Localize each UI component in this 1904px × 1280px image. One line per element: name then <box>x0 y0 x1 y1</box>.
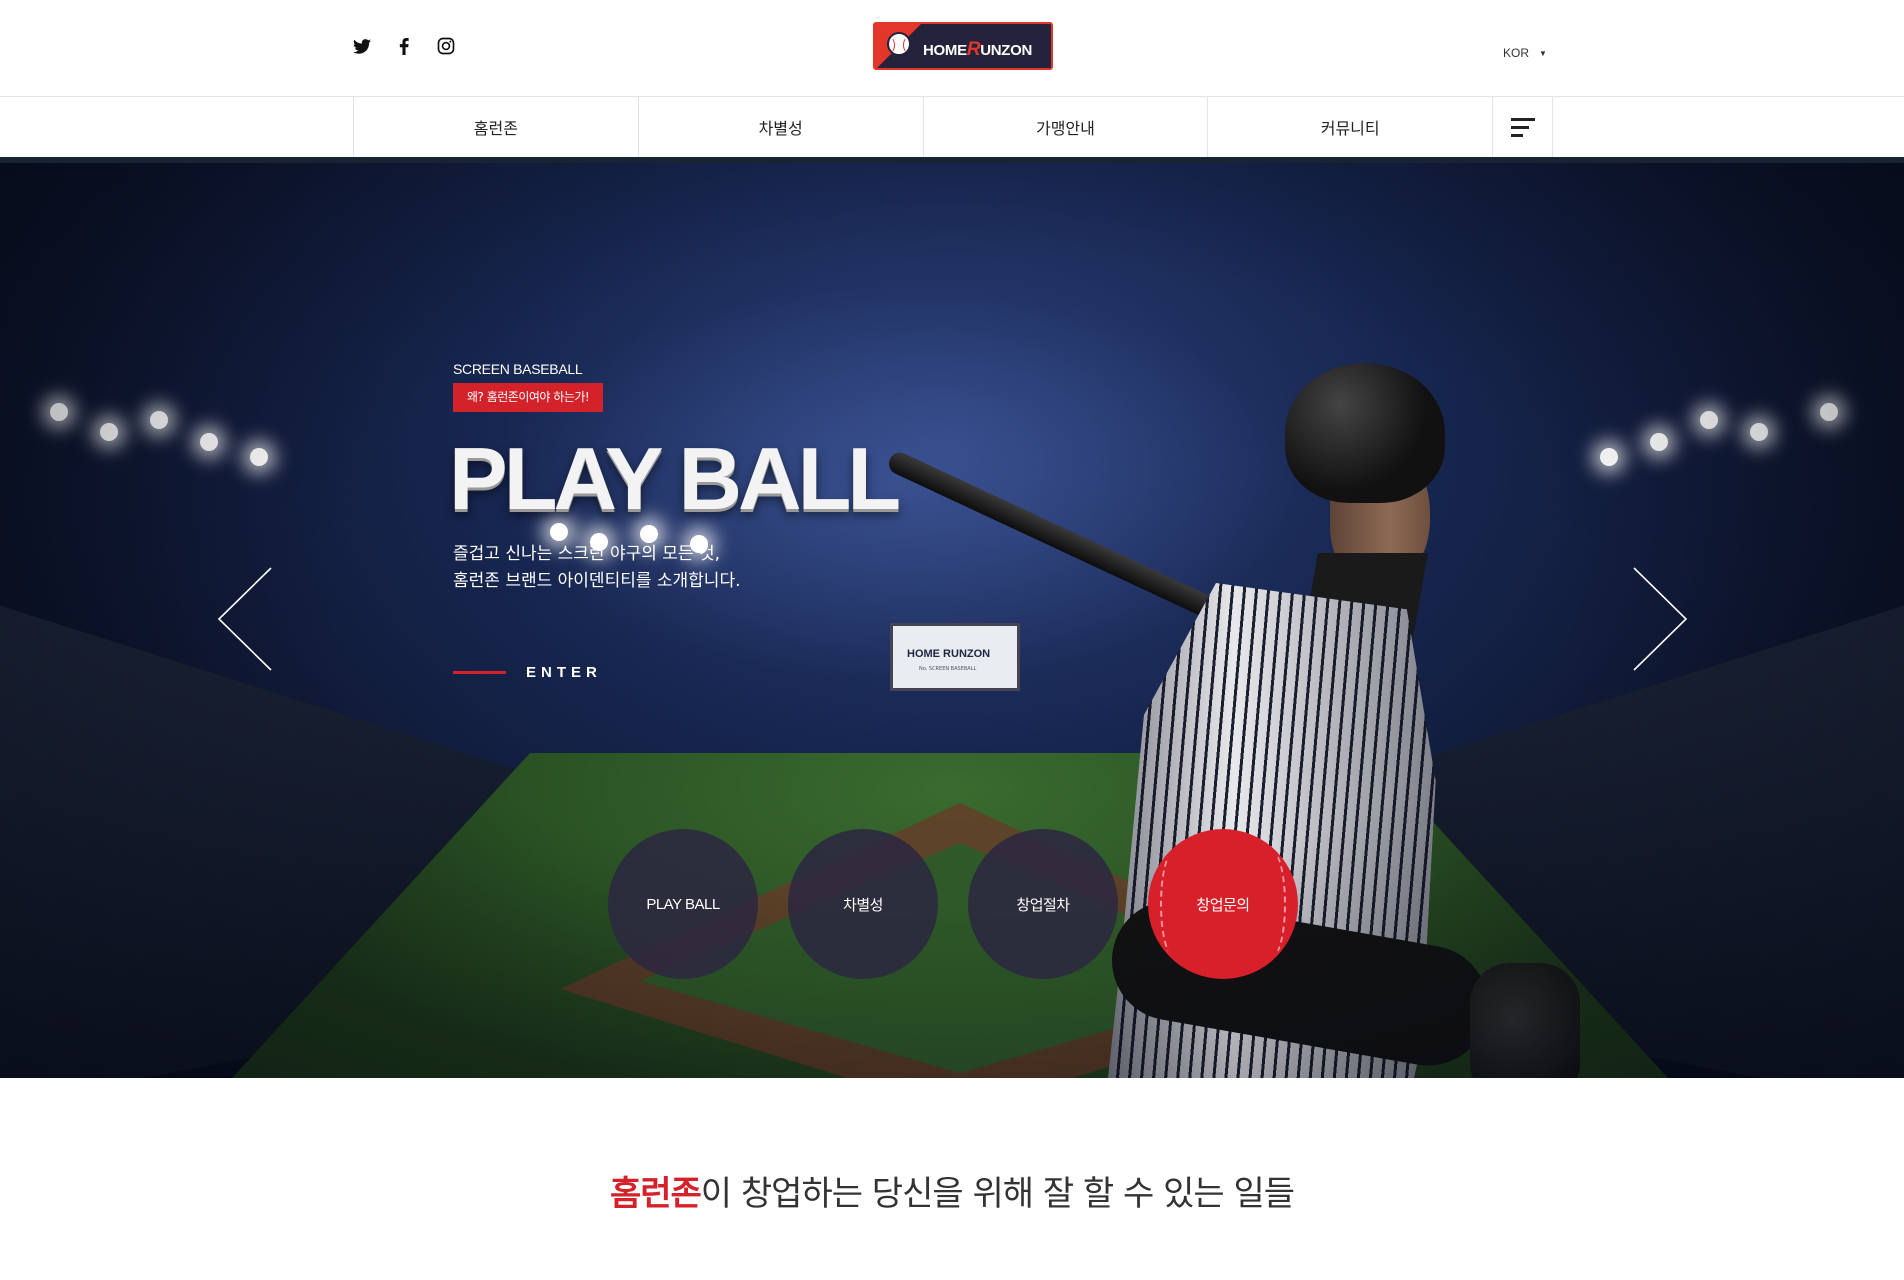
section-title-highlight: 홈런존 <box>609 1174 702 1214</box>
circle-label: PLAY BALL <box>646 895 720 913</box>
baseball-seam <box>1160 849 1190 959</box>
section-title-rest: 이 창업하는 당신을 위해 잘 할 수 있는 일들 <box>700 1174 1295 1214</box>
circle-startup-process-button[interactable]: 창업절차 <box>968 829 1118 979</box>
hero-description: 즐겁고 신나는 스크린 야구의 모든 것, 홈런존 브랜드 아이덴티티를 소개합… <box>453 541 741 595</box>
section-title: 홈런존이 창업하는 당신을 위해 잘 할 수 있는 일들 <box>0 1166 1904 1215</box>
homerunzon-logo[interactable]: HOMERUNZON <box>873 22 1053 70</box>
hamburger-menu-icon[interactable] <box>1493 97 1554 157</box>
logo-text: HOMERUNZON <box>923 39 1033 60</box>
prev-slide-arrow-icon[interactable] <box>217 566 273 672</box>
enter-button[interactable]: ENTER <box>453 664 602 681</box>
nav-item-homerunzon[interactable]: 홈런존 <box>354 97 639 157</box>
main-nav: 홈런존 차별성 가맹안내 커뮤니티 <box>353 97 1554 157</box>
hero-subtitle: SCREEN BASEBALL <box>453 361 583 377</box>
nav-item-franchise[interactable]: 가맹안내 <box>924 97 1209 157</box>
language-selector[interactable]: KOR ▼ <box>1503 46 1547 60</box>
nav-item-differentiation[interactable]: 차별성 <box>639 97 924 157</box>
facebook-icon[interactable] <box>394 36 414 56</box>
stadium-lights-left <box>30 393 330 473</box>
instagram-icon[interactable] <box>436 36 456 56</box>
circle-label: 차별성 <box>843 895 883 914</box>
social-links <box>352 36 456 56</box>
hero-title: PLAY BALL <box>449 429 901 528</box>
circle-differentiation-button[interactable]: 차별성 <box>788 829 938 979</box>
circle-label: 창업절차 <box>1016 895 1070 914</box>
menu-bar <box>1511 117 1536 121</box>
enter-line <box>453 671 506 674</box>
hero-badge: 왜? 홈런존이여야 하는가! <box>453 383 604 412</box>
nav-item-community[interactable]: 커뮤니티 <box>1208 97 1494 157</box>
baseball-seam <box>1256 849 1286 959</box>
caret-down-icon: ▼ <box>1539 48 1547 58</box>
menu-bar <box>1511 133 1524 137</box>
enter-label: ENTER <box>526 664 602 681</box>
hero-description-line: 홈런존 브랜드 아이덴티티를 소개합니다. <box>453 571 741 591</box>
twitter-icon[interactable] <box>352 36 372 56</box>
player-glove <box>1470 963 1580 1078</box>
circle-startup-inquiry-button[interactable]: 창업문의 <box>1148 829 1298 979</box>
menu-bar <box>1511 125 1530 129</box>
circle-label: 창업문의 <box>1196 895 1250 914</box>
top-header: HOMERUNZON KOR ▼ <box>0 0 1904 97</box>
hero-description-line: 즐겁고 신나는 스크린 야구의 모든 것, <box>453 544 721 564</box>
player-helmet <box>1285 363 1445 503</box>
circle-playball-button[interactable]: PLAY BALL <box>608 829 758 979</box>
hero-banner: HOME RUNZON No. SCREEN BASEBALL <box>0 163 1904 1078</box>
next-slide-arrow-icon[interactable] <box>1632 566 1688 672</box>
language-label: KOR <box>1503 46 1530 60</box>
baseball-icon <box>887 32 911 56</box>
